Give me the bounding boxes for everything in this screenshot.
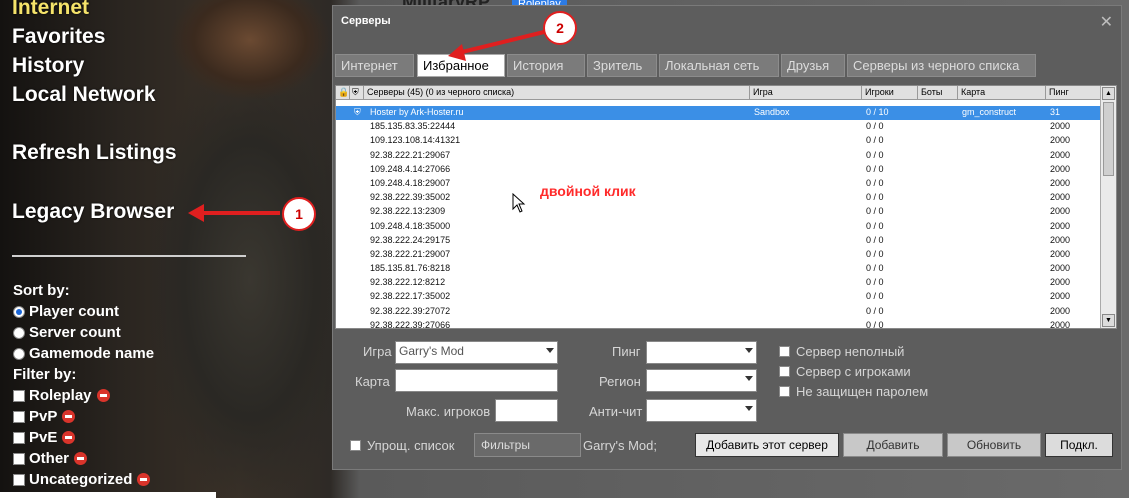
annotation-arrows [188,30,545,222]
arrow-2-line [461,30,545,54]
step-badge-2: 2 [543,11,577,45]
step-badge-1: 1 [282,197,316,231]
arrow-1-head [188,204,204,222]
arrow-2-head [448,44,466,61]
